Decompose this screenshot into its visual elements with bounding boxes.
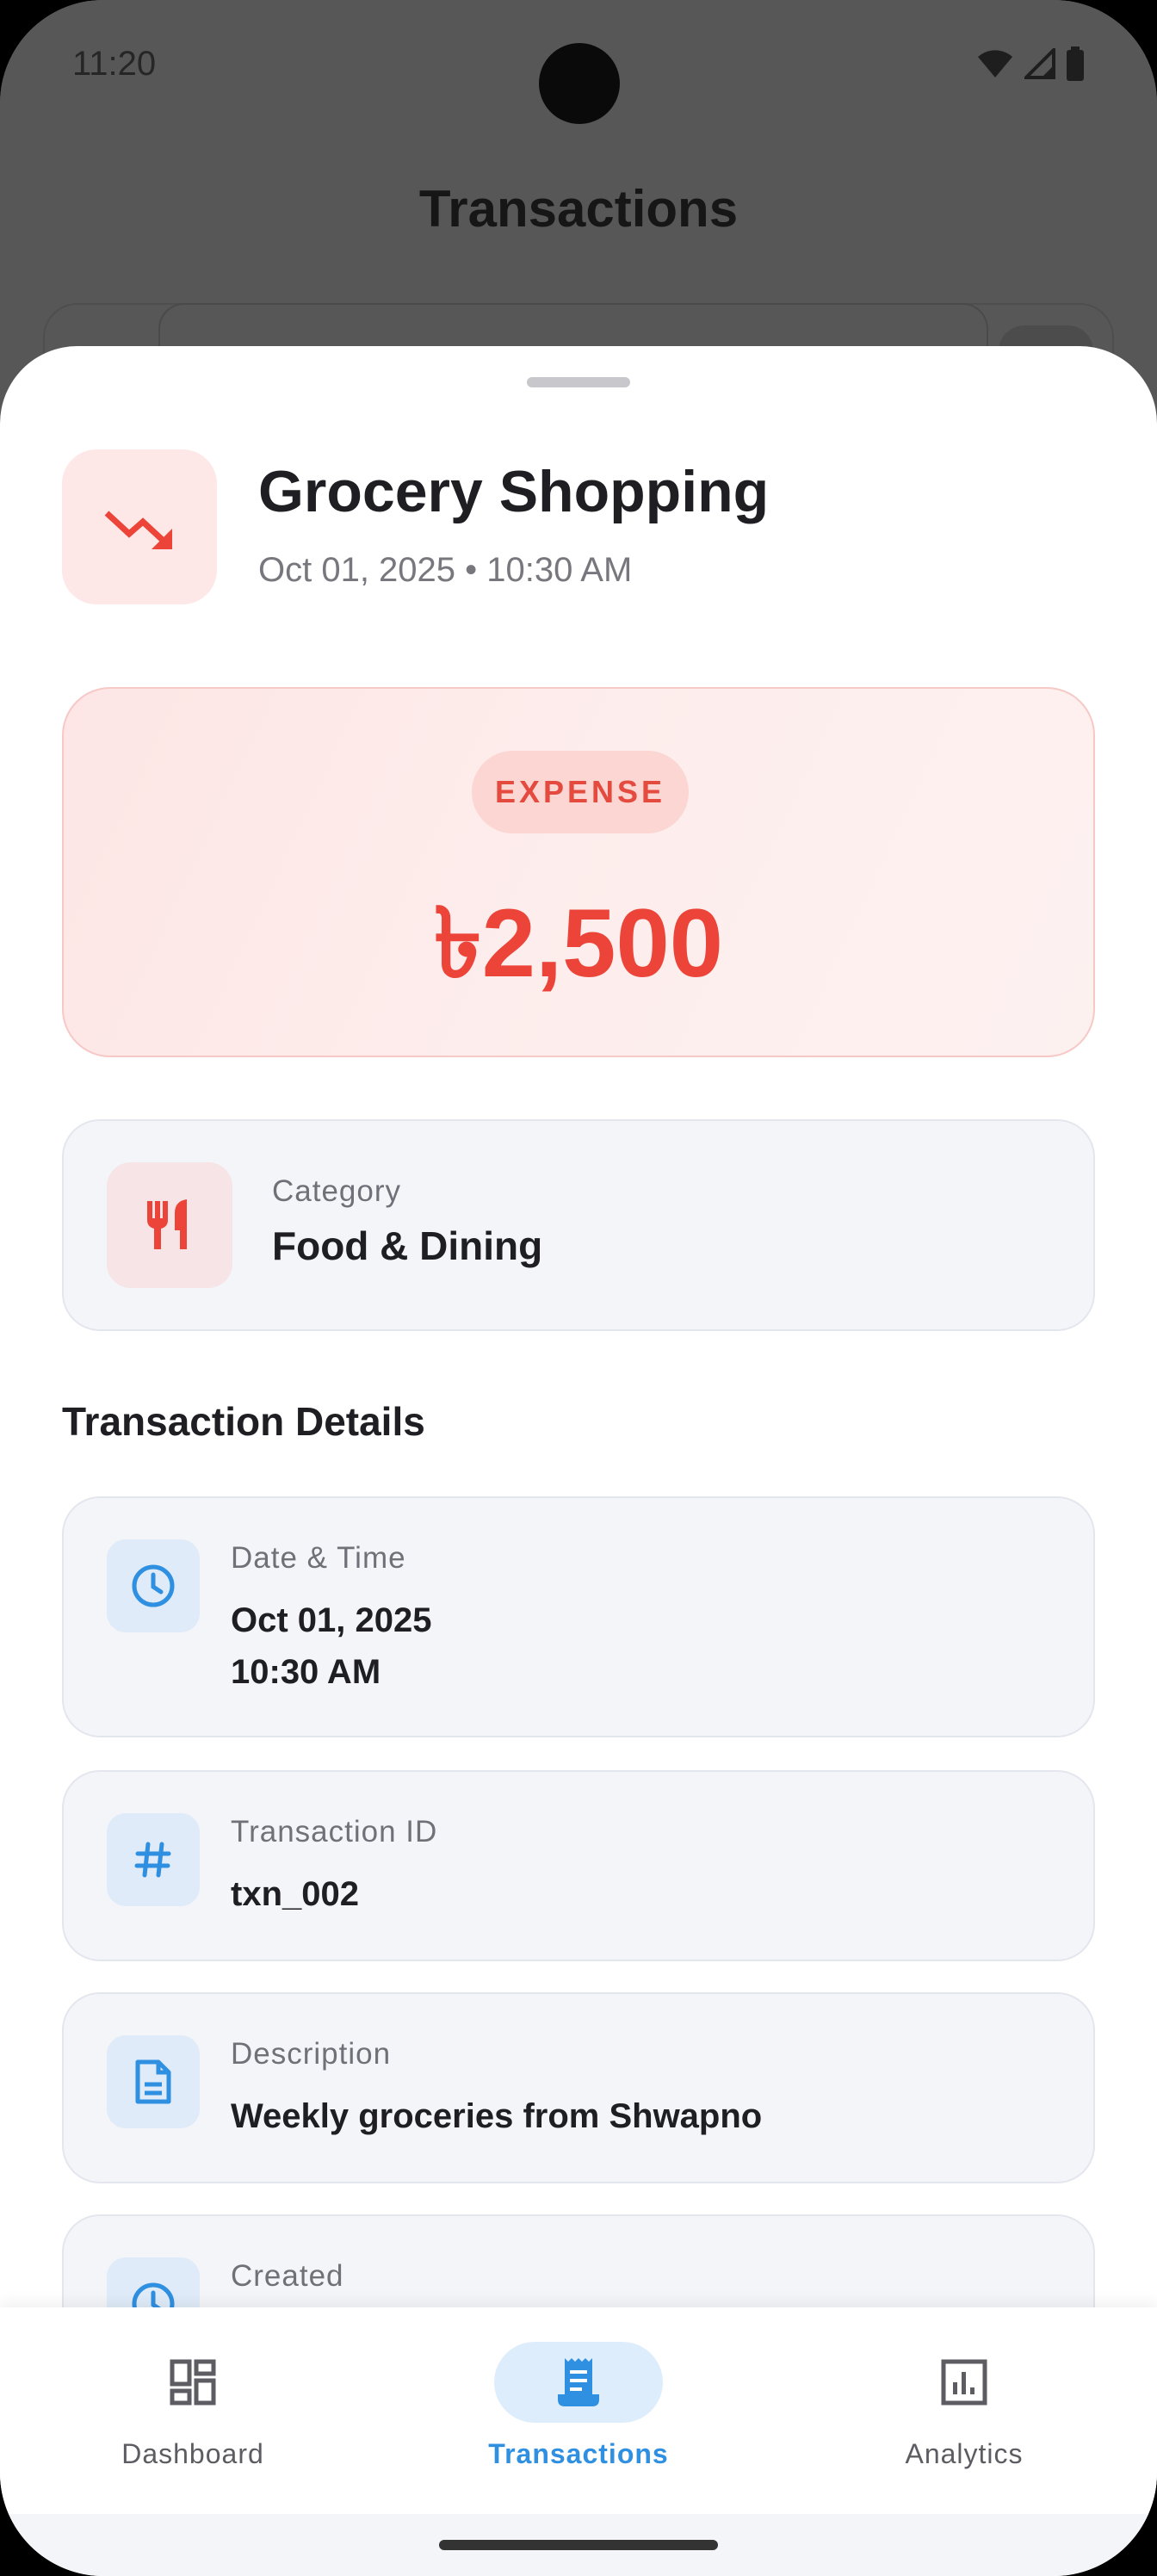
- nav-pill: [880, 2342, 1049, 2423]
- detail-label: Description: [231, 2037, 392, 2071]
- detail-description: Description Weekly groceries from Shwapn…: [62, 1992, 1095, 2183]
- status-time: 11:20: [72, 45, 157, 83]
- nav-item-analytics[interactable]: Analytics: [835, 2342, 1093, 2497]
- transaction-title: Grocery Shopping: [258, 459, 770, 524]
- detail-date-time: Date & Time Oct 01, 2025 10:30 AM: [62, 1496, 1095, 1737]
- device-screen: 11:20 Transactions Grocery Shopping Oct …: [0, 0, 1157, 2576]
- transaction-datetime: Oct 01, 2025 • 10:30 AM: [258, 551, 633, 589]
- status-bar: 11:20: [0, 0, 1157, 138]
- detail-label: Created: [231, 2259, 344, 2293]
- nav-pill: [108, 2342, 277, 2423]
- category-label: Category: [272, 1174, 402, 1208]
- nav-label: Transactions: [488, 2438, 669, 2469]
- background-page-title: Transactions: [418, 180, 739, 238]
- clock-icon: [107, 1539, 200, 1632]
- category-card: Category Food & Dining: [62, 1119, 1095, 1331]
- signal-icon: [1024, 48, 1055, 79]
- amount-card: EXPENSE ৳2,500: [62, 687, 1095, 1057]
- detail-date: Oct 01, 2025: [231, 1601, 432, 1639]
- camera-cutout: [539, 43, 620, 124]
- detail-label: Transaction ID: [231, 1815, 438, 1848]
- transaction-type-badge: EXPENSE: [472, 751, 689, 833]
- transaction-amount: ৳2,500: [433, 889, 724, 997]
- category-value: Food & Dining: [272, 1223, 543, 1268]
- trending-down-icon: [62, 449, 217, 604]
- details-section-title: Transaction Details: [62, 1399, 425, 1444]
- nav-label: Dashboard: [121, 2438, 264, 2469]
- receipt-icon: [558, 2358, 599, 2406]
- home-gesture-bar[interactable]: [439, 2540, 718, 2550]
- battery-icon: [1067, 46, 1084, 81]
- status-icons: [976, 46, 1085, 81]
- transaction-detail-sheet: Grocery Shopping Oct 01, 2025 • 10:30 AM…: [0, 346, 1157, 2576]
- nav-label: Analytics: [905, 2438, 1024, 2469]
- analytics-icon: [941, 2359, 987, 2406]
- nav-item-transactions[interactable]: Transactions: [449, 2342, 708, 2497]
- nav-item-dashboard[interactable]: Dashboard: [64, 2342, 322, 2497]
- detail-time: 10:30 AM: [231, 1653, 381, 1691]
- document-icon: [107, 2035, 200, 2128]
- detail-label: Date & Time: [231, 1541, 406, 1575]
- dashboard-icon: [170, 2359, 216, 2406]
- detail-transaction-id: Transaction ID txn_002: [62, 1770, 1095, 1961]
- detail-value: Oct 01, 2025 10:30 AM: [231, 1595, 432, 1698]
- bottom-navigation: Dashboard Transactions Analytics: [0, 2307, 1157, 2514]
- hash-icon: [107, 1813, 200, 1906]
- restaurant-icon: [107, 1162, 232, 1288]
- sheet-drag-handle[interactable]: [527, 377, 630, 387]
- wifi-icon: [978, 50, 1012, 77]
- detail-value: txn_002: [231, 1875, 359, 1913]
- detail-value: Weekly groceries from Shwapno: [231, 2097, 763, 2135]
- nav-pill-active: [494, 2342, 663, 2423]
